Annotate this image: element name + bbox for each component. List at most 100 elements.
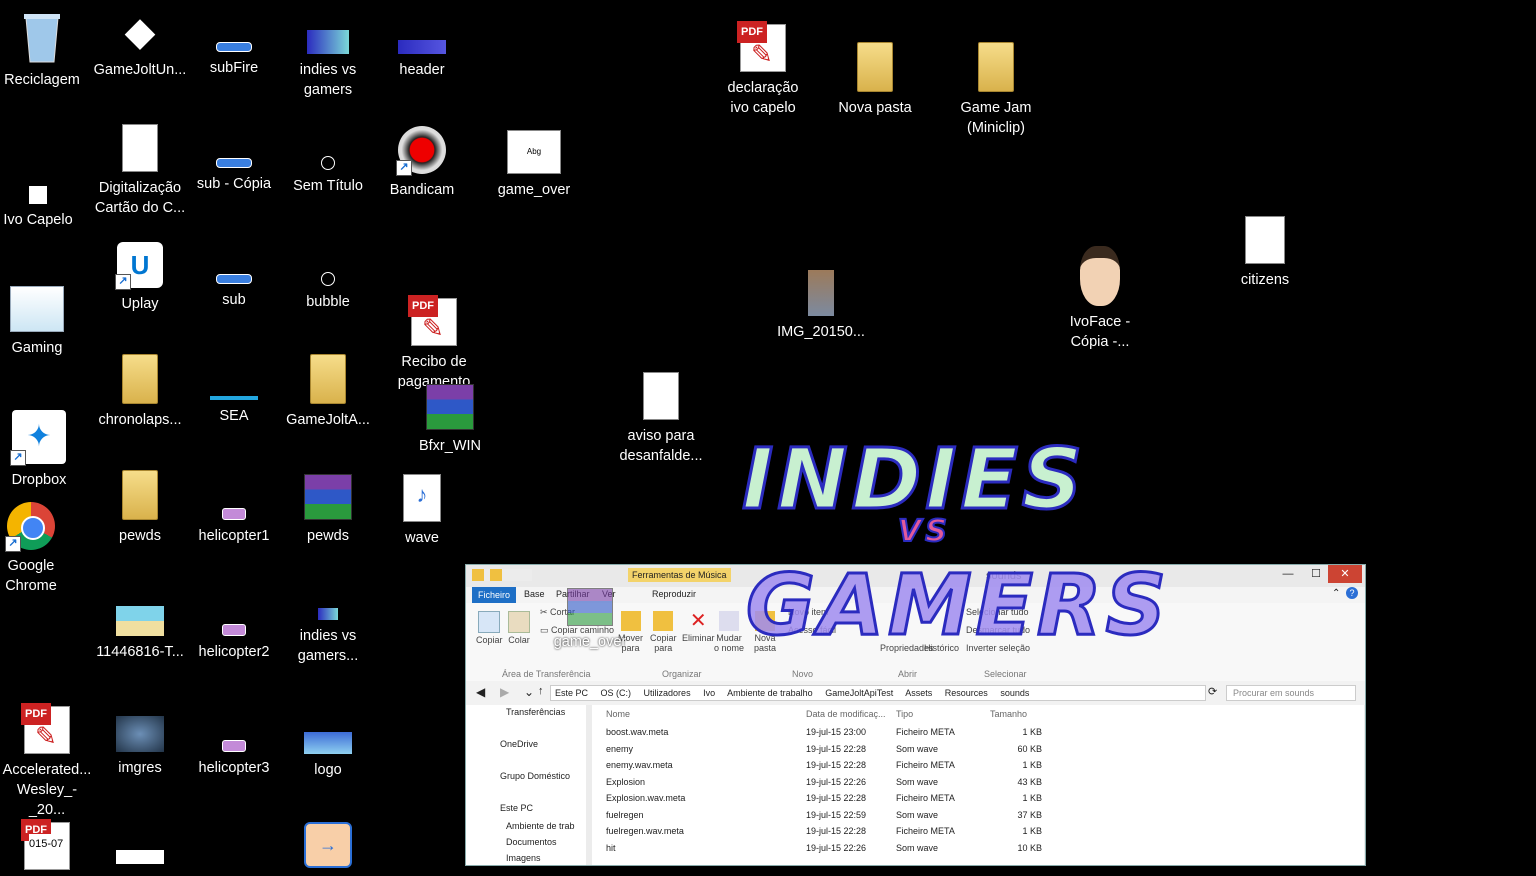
desktop-image-citizens[interactable]: citizens [1217,216,1313,290]
desktop-image-subfire[interactable]: subFire [186,42,282,78]
desktop-shortcut-uplay[interactable]: U ↗ Uplay [92,242,188,314]
file-row[interactable]: enemy 19-jul-15 22:28 Som wave 60 KB [592,742,1364,758]
desktop-image-sem-titulo[interactable]: Sem Título [280,156,376,196]
copy-icon [478,611,501,633]
breadcrumb-item[interactable]: Utilizadores [644,688,691,698]
desktop-file-partial-2[interactable] [92,850,188,870]
desktop-image-header[interactable]: header [374,40,470,80]
back-icon[interactable]: ◀ [476,685,485,699]
desktop-image-sub-copia[interactable]: sub - Cópia [186,158,282,194]
desktop-folder-chronolaps[interactable]: chronolaps... [92,354,188,430]
minimize-button[interactable]: — [1274,565,1302,583]
desktop-file-accelerated-pdf[interactable]: PDF ✎ Accelerated... Wesley_-_20... [0,703,95,820]
maximize-button[interactable]: ☐ [1302,565,1330,583]
help-icon[interactable]: ? [1346,587,1358,599]
desktop-image-helicopter3[interactable]: helicopter3 [186,740,282,778]
desktop-icon-label: GameJoltA... [286,412,370,428]
desktop-image-img-2015[interactable]: IMG_20150... [773,270,869,342]
nav-item-ambiente[interactable]: Ambiente de trab [506,821,575,831]
desktop-image-11446816[interactable]: 11446816-T... [92,606,188,662]
delete-button[interactable]: ✕ Eliminar [682,611,715,643]
desktop-image-ivoface[interactable]: IvoFace - Cópia -... [1052,246,1148,352]
nav-item-grupo-domestico[interactable]: Grupo Doméstico [500,771,570,781]
breadcrumb-item[interactable]: Ambiente de trabalho [727,688,813,698]
collapse-ribbon-icon[interactable]: ⌃ [1332,588,1340,599]
desktop-image-helicopter2[interactable]: helicopter2 [186,624,282,662]
column-header-size[interactable]: Tamanho [990,709,1027,719]
paste-button[interactable]: Colar [508,611,530,645]
forward-icon[interactable]: ▶ [500,685,509,699]
desktop-file-pdf-partial[interactable]: PDF 015-07 [0,819,95,876]
tab-ficheiro[interactable]: Ficheiro [472,587,517,604]
copy-folder-icon [653,611,674,631]
desktop-shortcut-bandicam[interactable]: ↗ Bandicam [374,126,470,200]
up-arrow-icon[interactable]: ↑ [538,685,544,697]
breadcrumb[interactable]: Este PC OS (C:) Utilizadores Ivo Ambient… [550,685,1206,701]
search-input[interactable]: Procurar em sounds [1226,685,1356,701]
desktop-image-indies-vs-gamers[interactable]: indies vs gamers [280,30,376,100]
desktop-image-sea[interactable]: SEA [186,396,282,426]
desktop-file-declaracao[interactable]: PDF ✎ declaração ivo capelo [715,21,811,118]
tab-reproduzir[interactable]: Reproduzir [652,589,696,599]
desktop-image-sub[interactable]: sub [186,274,282,310]
contextual-tab-label: Ferramentas de Música [628,568,731,582]
desktop-icon-gaming[interactable]: Gaming [0,286,85,358]
desktop-folder-gamejolta[interactable]: GameJoltA... [280,354,376,430]
breadcrumb-item[interactable]: Resources [945,688,988,698]
file-size: 60 KB [1017,743,1042,754]
file-row[interactable]: Explosion 19-jul-15 22:26 Som wave 43 KB [592,775,1364,791]
desktop-shortcut-dropbox[interactable]: ✦ ↗ Dropbox [0,410,87,490]
desktop-folder-pewds[interactable]: pewds [92,470,188,546]
quick-access-toolbar[interactable] [472,569,532,581]
file-row[interactable]: hit 19-jul-15 22:26 Som wave 10 KB [592,841,1364,857]
copy-to-button[interactable]: Copiar para [650,611,677,653]
breadcrumb-item[interactable]: OS (C:) [601,688,632,698]
desktop-folder-nova-pasta[interactable]: Nova pasta [827,42,923,118]
close-button[interactable]: ✕ [1328,565,1362,583]
nav-item-onedrive[interactable]: OneDrive [500,739,538,749]
breadcrumb-item[interactable]: Este PC [555,688,588,698]
desktop-image-bubble[interactable]: bubble [280,272,376,312]
desktop-image-imgres[interactable]: imgres [92,716,188,778]
file-size: 1 KB [1022,793,1042,803]
desktop-shortcut-gamejolt-unity[interactable]: ◆ GameJoltUn... [92,10,188,80]
dragged-file-game-over[interactable]: game_over [542,588,638,652]
trash-icon [24,14,60,63]
breadcrumb-item[interactable]: Ivo [703,688,715,698]
desktop-folder-game-jam[interactable]: Game Jam (Miniclip) [948,42,1044,138]
desktop-audio-wave[interactable]: ♪ wave [374,474,470,548]
desktop-file-digitalizacao[interactable]: Digitalização Cartão do C... [92,124,188,218]
copy-button[interactable]: Copiar [476,611,503,645]
nav-item-este-pc[interactable]: Este PC [500,803,533,813]
desktop-archive-bfxr[interactable]: Bfxr_WIN [402,384,498,456]
file-type: Som wave [896,743,939,754]
recycle-bin-icon[interactable]: Reciclagem [0,10,90,90]
desktop-file-partial-3[interactable]: → [280,822,376,874]
desktop-shortcut-google-chrome[interactable]: ↗ Google Chrome [0,502,79,596]
refresh-icon[interactable]: ⟳ [1208,685,1217,698]
desktop-file-recibo[interactable]: PDF ✎ Recibo de pagamento [386,295,482,392]
breadcrumb-item[interactable]: GameJoltApiTest [825,688,893,698]
nav-item-documentos[interactable]: Documentos [506,837,557,847]
chrome-icon: ↗ [5,502,55,552]
file-row[interactable]: fuelregen 19-jul-15 22:59 Som wave 37 KB [592,808,1364,824]
column-header-name[interactable]: Nome [606,709,630,719]
column-header-type[interactable]: Tipo [896,709,913,719]
chevron-down-icon[interactable]: ⌄ [524,685,534,699]
breadcrumb-item[interactable]: Assets [905,688,932,698]
desktop-image-logo[interactable]: logo [280,732,376,780]
desktop-font-game-over[interactable]: Abg game_over [486,130,582,200]
file-row[interactable]: enemy.wav.meta 19-jul-15 22:28 Ficheiro ME… [592,758,1364,774]
nav-item-imagens[interactable]: Imagens [506,853,541,863]
desktop-shortcut-ivo-capelo[interactable]: Ivo Capelo [0,186,86,230]
breadcrumb-item[interactable]: sounds [1000,688,1029,698]
file-row[interactable]: fuelregen.wav.meta 19-jul-15 22:28 Ficheir… [592,824,1364,840]
nav-item-transferencias[interactable]: Transferências [506,707,565,717]
file-row[interactable]: Explosion.wav.meta 19-jul-15 22:28 Ficheir… [592,791,1364,807]
file-row[interactable]: boost.wav.meta 19-jul-15 23:00 Ficheiro ME… [592,725,1364,741]
desktop-image-helicopter1[interactable]: helicopter1 [186,508,282,546]
column-header-date[interactable]: Data de modificaç... [806,709,886,719]
desktop-archive-pewds[interactable]: pewds [280,474,376,546]
desktop-image-indies-vs-gamers-2[interactable]: indies vs gamers... [280,608,376,666]
desktop-file-aviso[interactable]: aviso para desanfalde... [613,372,709,466]
